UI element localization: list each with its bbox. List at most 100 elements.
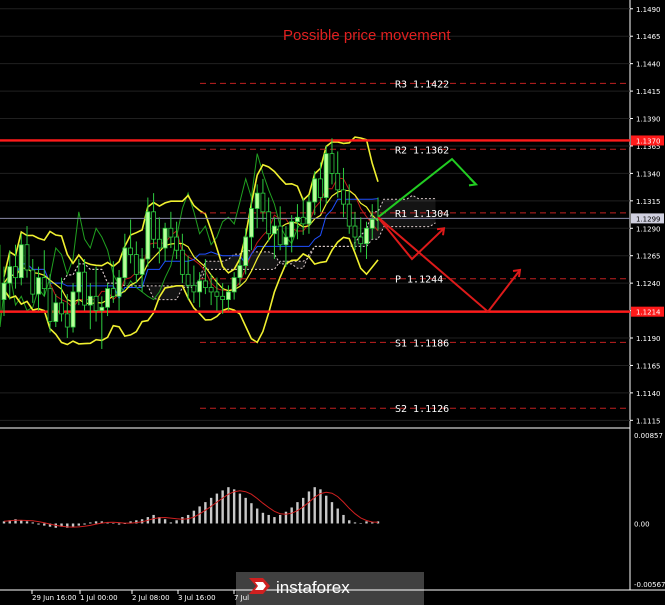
price-tick-label: 1.1340 xyxy=(636,170,661,178)
time-axis: 29 Jun 16:00 1 Jul 00:00 2 Jul 08:00 3 Jul … xyxy=(31,590,249,602)
price-tick-label: 1.1415 xyxy=(636,88,661,96)
candle-body xyxy=(300,216,306,225)
oscillator-bar xyxy=(365,521,368,524)
candle-body xyxy=(93,295,99,311)
time-tick-label: 29 Jun 16:00 xyxy=(32,594,76,602)
chart-title: Possible price movement xyxy=(283,27,451,44)
candle-body xyxy=(243,236,249,266)
candle-body xyxy=(1,282,7,300)
oscillator-signal-line xyxy=(3,490,379,528)
candle-body xyxy=(122,247,128,279)
candle-body xyxy=(64,313,70,328)
oscillator-bar xyxy=(255,508,259,524)
oscillator-bar xyxy=(353,522,357,524)
oscillator-bar xyxy=(325,495,328,524)
candle-body xyxy=(312,178,318,203)
oscillator-bar xyxy=(371,522,374,524)
candle-body xyxy=(295,216,300,223)
pivot-label-r2: R2 1.1362 xyxy=(395,145,449,156)
oscillator-bar xyxy=(273,517,276,524)
price-tick-label: 1.1390 xyxy=(636,116,661,124)
candle-body xyxy=(13,266,18,279)
oscillator-bar xyxy=(330,502,334,524)
price-tick-label: 1.1290 xyxy=(636,225,661,233)
candle-body xyxy=(237,265,243,279)
candle-body xyxy=(168,227,174,238)
candle-body xyxy=(329,153,335,174)
candle-body xyxy=(231,277,237,293)
pivot-label-s1: S1 1.1186 xyxy=(395,338,449,349)
candle-body xyxy=(254,192,260,209)
price-tick-label: 1.1165 xyxy=(636,362,661,370)
oscillator-bar xyxy=(302,497,305,524)
candle-body xyxy=(202,280,208,288)
candle-body xyxy=(197,280,203,293)
candlesticks xyxy=(1,138,381,349)
pivot-label-s2: S2 1.1126 xyxy=(395,404,449,415)
candle-body xyxy=(162,227,168,249)
oscillator-bar xyxy=(31,522,34,524)
price-tick-label: 1.1490 xyxy=(636,6,661,14)
candle-body xyxy=(272,225,277,235)
oscillator-bar xyxy=(25,521,29,524)
oscillator-panel: 0.00857 0.00 -0.00567 xyxy=(2,432,665,589)
oscillator-bar xyxy=(169,522,173,524)
candle-body xyxy=(128,247,133,256)
price-marker-label: 1.1214 xyxy=(636,309,661,317)
price-tick-label: 1.1240 xyxy=(636,280,661,288)
oscillator-bar xyxy=(204,502,207,524)
pivot-levels: R3 1.1422R2 1.1362R1 1.1304P 1.1244S1 1.… xyxy=(0,79,630,415)
candle-body xyxy=(70,291,76,328)
candle-body xyxy=(7,266,13,284)
oscillator-bar xyxy=(175,520,178,524)
oscillator-bar xyxy=(77,523,80,526)
oscillator-bar xyxy=(336,508,339,524)
price-tick-label: 1.1140 xyxy=(636,390,661,398)
candle-body xyxy=(145,211,151,260)
time-tick-label: 2 Jul 08:00 xyxy=(132,594,170,602)
oscillator-bar xyxy=(296,502,299,524)
candle-body xyxy=(306,201,312,225)
candle-body xyxy=(191,284,197,293)
candle-body xyxy=(30,269,36,295)
oscillator-bar xyxy=(215,493,219,524)
oscillator-bar xyxy=(163,519,167,524)
logo-text: instaforex xyxy=(276,578,350,597)
candle-body xyxy=(99,306,105,311)
candle-body xyxy=(323,153,329,198)
candle-body xyxy=(18,244,24,279)
candle-body xyxy=(346,203,352,227)
oscillator-bar xyxy=(181,517,184,524)
candle-body xyxy=(47,288,53,322)
candle-body xyxy=(369,219,375,229)
pivot-label-r3: R3 1.1422 xyxy=(395,79,449,90)
candle-body xyxy=(185,273,191,286)
price-tick-label: 1.1440 xyxy=(636,61,661,69)
candle-body xyxy=(179,249,185,275)
oscillator-bar xyxy=(43,523,46,526)
candle-body xyxy=(76,271,82,293)
candle-body xyxy=(133,254,139,275)
time-tick-label: 1 Jul 00:00 xyxy=(80,594,118,602)
candle-body xyxy=(24,244,30,271)
oscillator-tick-label: -0.00567 xyxy=(634,581,665,589)
candle-body xyxy=(335,172,341,191)
oscillator-bar xyxy=(198,506,201,524)
candle-body xyxy=(225,291,231,300)
oscillator-bar xyxy=(112,523,115,524)
oscillator-bar xyxy=(71,523,75,527)
candle-body xyxy=(105,288,110,308)
candle-body xyxy=(352,225,358,238)
price-tick-label: 1.1315 xyxy=(636,198,661,206)
forecast-arrows xyxy=(377,157,522,314)
time-tick-label: 3 Jul 16:00 xyxy=(178,594,216,602)
candle-body xyxy=(318,178,323,198)
oscillator-bar xyxy=(221,490,224,524)
candle-body xyxy=(358,236,364,245)
candle-body xyxy=(220,295,226,300)
candle-body xyxy=(116,277,122,297)
bearish-arrow-long xyxy=(377,216,521,314)
oscillator-bar xyxy=(307,491,311,524)
oscillator-bar xyxy=(348,520,351,524)
oscillator-bar xyxy=(278,514,282,524)
